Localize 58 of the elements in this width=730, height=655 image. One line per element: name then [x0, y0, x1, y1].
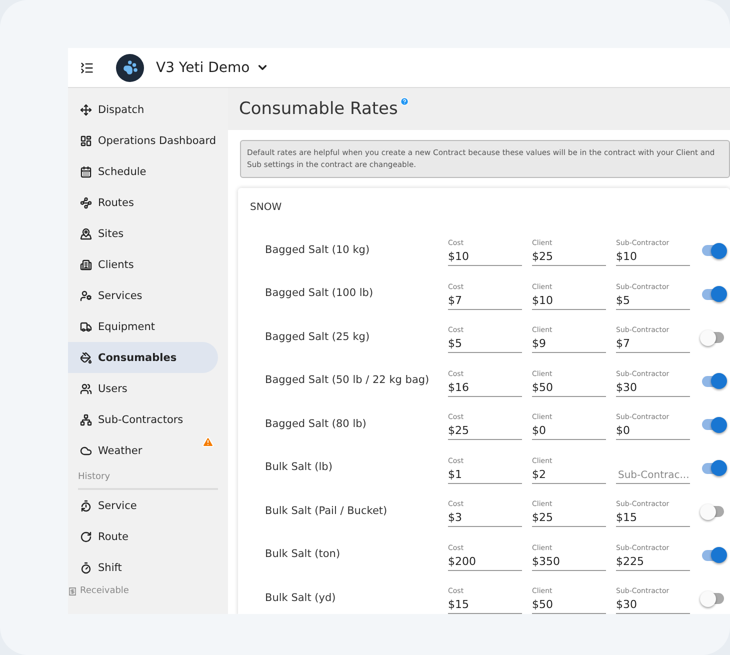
sidebar-item[interactable]: Shift: [68, 552, 218, 583]
consumable-name: Bagged Salt (50 lb / 22 kg bag): [264, 374, 430, 386]
map-pin-icon: [80, 228, 92, 240]
sidebar-item[interactable]: Clients: [68, 249, 218, 280]
section-title: Receivable: [80, 586, 129, 596]
users-icon: [80, 382, 92, 394]
cloud-icon: [80, 444, 92, 456]
toggle-switch[interactable]: [702, 593, 724, 604]
sidebar-item[interactable]: Sites: [68, 218, 218, 249]
sidebar-item[interactable]: Users: [68, 373, 218, 404]
toggle-switch[interactable]: [702, 376, 724, 387]
timer-icon: [80, 500, 92, 512]
paint-bucket-icon: [80, 352, 92, 364]
toggle-switch[interactable]: [702, 288, 724, 300]
rotate-icon: [80, 530, 92, 542]
building-icon: [80, 258, 92, 270]
organization-name[interactable]: V3 Yeti Demo: [156, 60, 250, 76]
toggle-switch[interactable]: [702, 550, 724, 561]
sidebar-item[interactable]: Routes: [68, 187, 218, 218]
consumable-name: Bagged Salt (10 kg): [264, 244, 371, 256]
person-icon: [80, 290, 92, 302]
network-icon: [80, 414, 92, 426]
receipt-icon: [68, 586, 77, 596]
sidebar-item[interactable]: Consumables: [68, 342, 218, 373]
arrows-icon: [80, 104, 92, 116]
sidebar-item[interactable]: Services: [68, 280, 218, 311]
toggle-switch[interactable]: [702, 332, 724, 344]
sidebar-item[interactable]: Service: [68, 490, 218, 521]
consumable-name: Bagged Salt (80 lb): [264, 418, 368, 430]
logo-icon: [116, 54, 144, 82]
consumable-name: Bulk Salt (lb): [264, 461, 334, 474]
consumable-name: Bagged Salt (100 lb): [264, 287, 374, 300]
sidebar-item[interactable]: Operations Dashboard: [68, 125, 218, 156]
dashboard-icon: [80, 134, 92, 146]
sidebar-item[interactable]: Dispatch: [68, 94, 218, 125]
help-icon[interactable]: [400, 97, 409, 106]
page-title: Consumable Rates: [239, 99, 398, 119]
sidebar-item[interactable]: Schedule: [68, 156, 218, 187]
stopwatch-icon: [80, 562, 92, 574]
section-title: History: [78, 472, 218, 490]
toggle-switch[interactable]: [702, 419, 724, 430]
sidebar-item[interactable]: Sub-Contractors: [68, 404, 218, 435]
consumable-name: Bulk Salt (ton): [264, 548, 342, 560]
route-icon: [80, 196, 92, 208]
calendar-icon: [80, 166, 92, 178]
toggle-switch[interactable]: [702, 462, 724, 474]
card-title: SNOW: [250, 202, 282, 213]
consumable-name: Bulk Salt (Pail / Bucket): [264, 504, 388, 517]
menu-icon[interactable]: [80, 60, 94, 74]
consumable-name: Bagged Salt (25 kg): [264, 330, 371, 343]
sidebar-item[interactable]: Equipment: [68, 311, 218, 342]
consumable-name: Bulk Salt (yd): [264, 592, 337, 604]
rate-field[interactable]: Sub-Contrac...: [616, 454, 690, 484]
truck-icon: [80, 320, 92, 332]
sidebar-item[interactable]: Route: [68, 521, 218, 552]
sidebar-item[interactable]: Weather: [68, 435, 218, 466]
toggle-switch[interactable]: [702, 506, 724, 518]
toggle-switch[interactable]: [702, 245, 724, 256]
